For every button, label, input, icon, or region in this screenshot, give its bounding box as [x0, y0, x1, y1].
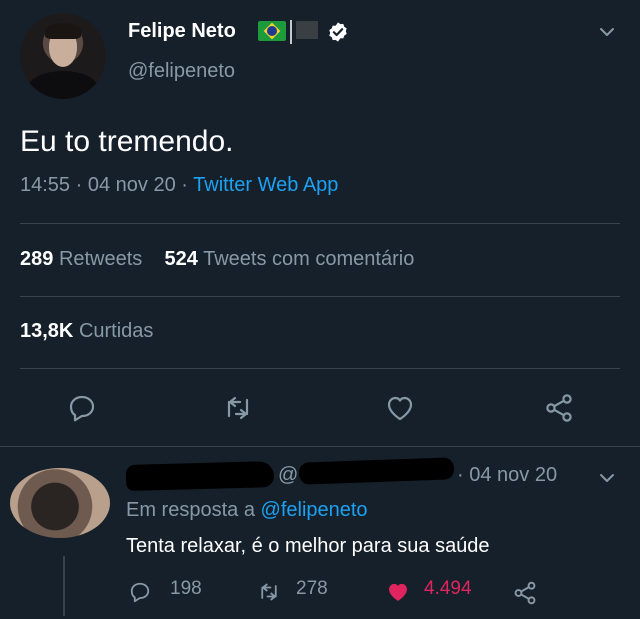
retweet-count: 278 — [296, 578, 328, 599]
divider — [0, 446, 640, 447]
in-reply-to-label: Em resposta a — [126, 499, 255, 521]
in-reply-to: Em resposta a @felipeneto — [126, 499, 368, 522]
like-icon[interactable] — [384, 392, 416, 424]
like-count: 4.494 — [424, 578, 472, 599]
thread-line — [63, 556, 65, 616]
retweets-count: 289 — [20, 248, 54, 270]
tweet-meta: 14:55 · 04 nov 20 · Twitter Web App — [20, 174, 338, 197]
divider — [20, 368, 620, 369]
black-flag-icon — [296, 21, 318, 39]
likes-label: Curtidas — [78, 320, 154, 342]
meta-separator: · — [75, 174, 83, 196]
tweet-source[interactable]: Twitter Web App — [193, 174, 338, 196]
divider — [20, 296, 620, 297]
likes-count: 13,8K — [20, 320, 74, 342]
brazil-flag-icon — [258, 21, 286, 41]
quotes-count: 524 — [164, 248, 198, 270]
retweets-link[interactable]: 289 Retweets — [20, 248, 142, 270]
retweet-icon[interactable] — [256, 580, 282, 604]
reply-count: 198 — [170, 578, 202, 599]
reply-text: Tenta relaxar, é o melhor para sua saúde — [126, 535, 490, 557]
meta-separator: · — [181, 174, 188, 196]
tweet-date[interactable]: 04 nov 20 — [88, 174, 176, 196]
retweets-label: Retweets — [58, 248, 143, 270]
tweet-text: Eu to tremendo. — [20, 125, 234, 158]
reply-avatar[interactable] — [10, 468, 110, 538]
quotes-link[interactable]: 524 Tweets com comentário — [165, 248, 415, 270]
retweet-icon[interactable] — [222, 392, 254, 424]
verified-icon — [329, 22, 347, 42]
reply-date[interactable]: · 04 nov 20 — [457, 464, 557, 487]
redacted-name — [125, 461, 275, 491]
share-icon[interactable] — [512, 580, 538, 606]
redacted-handle — [298, 457, 455, 485]
author-avatar[interactable] — [20, 13, 106, 99]
reply-icon[interactable] — [128, 580, 152, 604]
in-reply-to-handle[interactable]: @felipeneto — [261, 499, 368, 521]
reply-handle-prefix: @ — [278, 464, 299, 486]
chevron-down-icon[interactable] — [597, 468, 617, 488]
divider — [20, 223, 620, 224]
likes-link[interactable]: 13,8K Curtidas — [20, 320, 153, 343]
quotes-label: Tweets com comentário — [203, 248, 415, 270]
reply-icon[interactable] — [66, 392, 98, 424]
flag-separator — [290, 20, 292, 44]
author-handle[interactable]: @felipeneto — [128, 60, 235, 83]
chevron-down-icon[interactable] — [597, 22, 617, 42]
retweet-stats: 289 Retweets 524 Tweets com comentário — [20, 248, 414, 271]
author-name[interactable]: Felipe Neto — [128, 20, 236, 43]
like-icon[interactable] — [384, 579, 412, 605]
share-icon[interactable] — [543, 392, 575, 424]
tweet-time[interactable]: 14:55 — [20, 174, 70, 196]
